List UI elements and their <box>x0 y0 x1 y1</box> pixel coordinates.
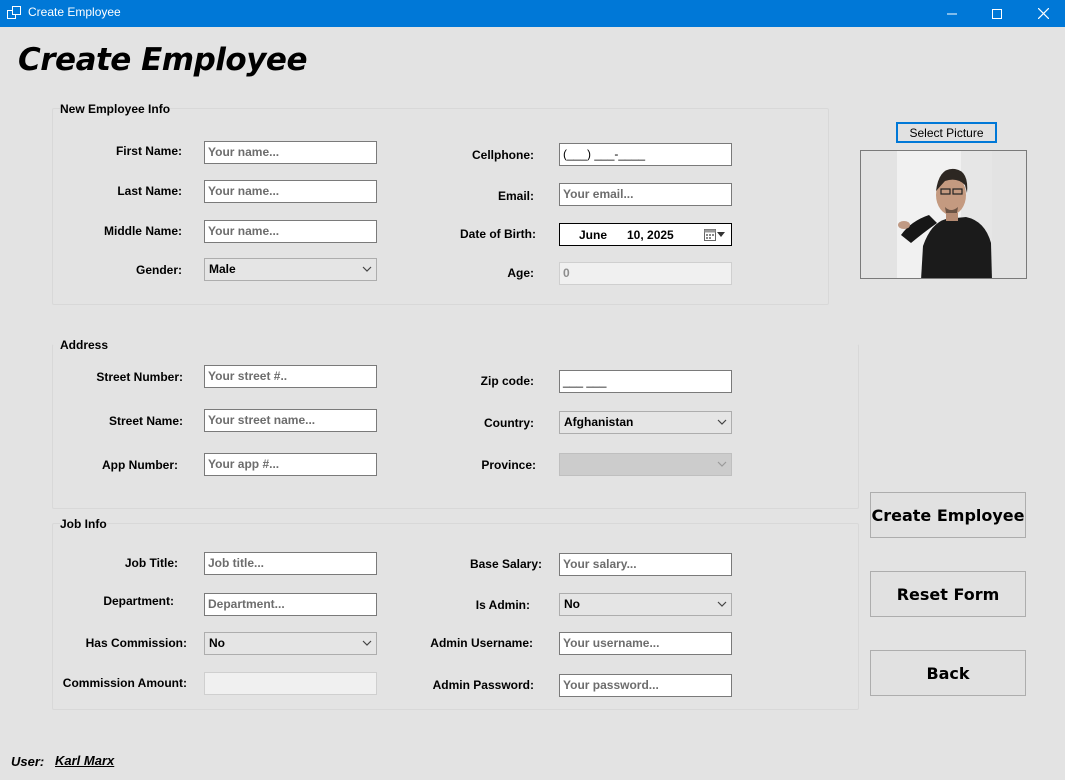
window-title: Create Employee <box>28 5 121 19</box>
new-employee-info-title: New Employee Info <box>60 102 171 116</box>
chevron-down-icon <box>717 461 727 467</box>
commission-amount-field <box>204 672 377 695</box>
back-button[interactable]: Back <box>870 650 1026 696</box>
gender-select[interactable]: Male <box>204 258 377 281</box>
chevron-down-icon <box>717 601 727 607</box>
admin-username-label: Admin Username: <box>430 636 533 650</box>
date-of-birth-picker[interactable]: June 10, 2025 <box>559 223 732 246</box>
chevron-down-icon <box>362 266 372 272</box>
has-commission-value: No <box>209 636 225 650</box>
zip-code-input[interactable]: ___ ___ <box>559 370 732 393</box>
reset-form-button[interactable]: Reset Form <box>870 571 1026 617</box>
last-name-label: Last Name: <box>117 184 182 198</box>
base-salary-input[interactable]: Your salary... <box>559 553 732 576</box>
employee-photo <box>860 150 1027 279</box>
country-label: Country: <box>484 416 534 430</box>
street-number-input[interactable]: Your street #.. <box>204 365 377 388</box>
chevron-down-icon <box>362 640 372 646</box>
chevron-down-icon <box>717 419 727 425</box>
job-title-input[interactable]: Job title... <box>204 552 377 575</box>
title-bar: Create Employee <box>0 0 1065 27</box>
age-label: Age: <box>507 266 534 280</box>
has-commission-select[interactable]: No <box>204 632 377 655</box>
job-title-label: Job Title: <box>124 556 178 570</box>
gender-label: Gender: <box>135 263 182 277</box>
age-field: 0 <box>559 262 732 285</box>
department-label: Department: <box>103 594 174 608</box>
address-title: Address <box>60 338 109 352</box>
minimize-button[interactable] <box>929 0 975 27</box>
country-value: Afghanistan <box>564 415 634 429</box>
minimize-icon <box>947 13 957 14</box>
gender-value: Male <box>209 262 236 276</box>
portrait-image <box>897 151 992 278</box>
country-select[interactable]: Afghanistan <box>559 411 732 434</box>
maximize-icon <box>992 8 1002 19</box>
cellphone-input[interactable]: (___) ___-____ <box>559 143 732 166</box>
admin-username-input[interactable]: Your username... <box>559 632 732 655</box>
email-label: Email: <box>497 189 534 203</box>
department-input[interactable]: Department... <box>204 593 377 616</box>
street-number-label: Street Number: <box>96 370 183 384</box>
first-name-input[interactable]: Your name... <box>204 141 377 164</box>
app-icon <box>7 6 21 19</box>
last-name-input[interactable]: Your name... <box>204 180 377 203</box>
cellphone-label: Cellphone: <box>472 148 534 162</box>
middle-name-label: Middle Name: <box>103 224 182 238</box>
job-info-title: Job Info <box>60 517 107 531</box>
date-of-birth-label: Date of Birth: <box>460 227 536 241</box>
province-label: Province: <box>481 458 536 472</box>
is-admin-value: No <box>564 597 580 611</box>
select-picture-button[interactable]: Select Picture <box>896 122 997 143</box>
user-name-link[interactable]: Karl Marx <box>55 753 114 768</box>
province-select[interactable] <box>559 453 732 476</box>
is-admin-label: Is Admin: <box>475 598 530 612</box>
calendar-icon <box>704 229 716 241</box>
page-title: Create Employee <box>18 42 307 78</box>
base-salary-label: Base Salary: <box>469 557 542 571</box>
dropdown-arrow-icon <box>717 232 725 237</box>
user-label: User: <box>11 754 45 769</box>
commission-amount-label: Commission Amount: <box>62 676 187 690</box>
first-name-label: First Name: <box>115 144 182 158</box>
has-commission-label: Has Commission: <box>85 636 187 650</box>
create-employee-button[interactable]: Create Employee <box>870 492 1026 538</box>
middle-name-input[interactable]: Your name... <box>204 220 377 243</box>
is-admin-select[interactable]: No <box>559 593 732 616</box>
close-button[interactable] <box>1020 0 1065 27</box>
zip-code-label: Zip code: <box>480 374 534 388</box>
admin-password-label: Admin Password: <box>432 678 534 692</box>
maximize-button[interactable] <box>974 0 1020 27</box>
street-name-label: Street Name: <box>108 414 183 428</box>
dob-month: June <box>579 228 608 242</box>
street-name-input[interactable]: Your street name... <box>204 409 377 432</box>
admin-password-input[interactable]: Your password... <box>559 674 732 697</box>
dob-day-year: 10, 2025 <box>627 228 674 242</box>
email-input[interactable]: Your email... <box>559 183 732 206</box>
app-number-label: App Number: <box>102 458 178 472</box>
close-icon <box>1037 8 1049 19</box>
app-number-input[interactable]: Your app #... <box>204 453 377 476</box>
